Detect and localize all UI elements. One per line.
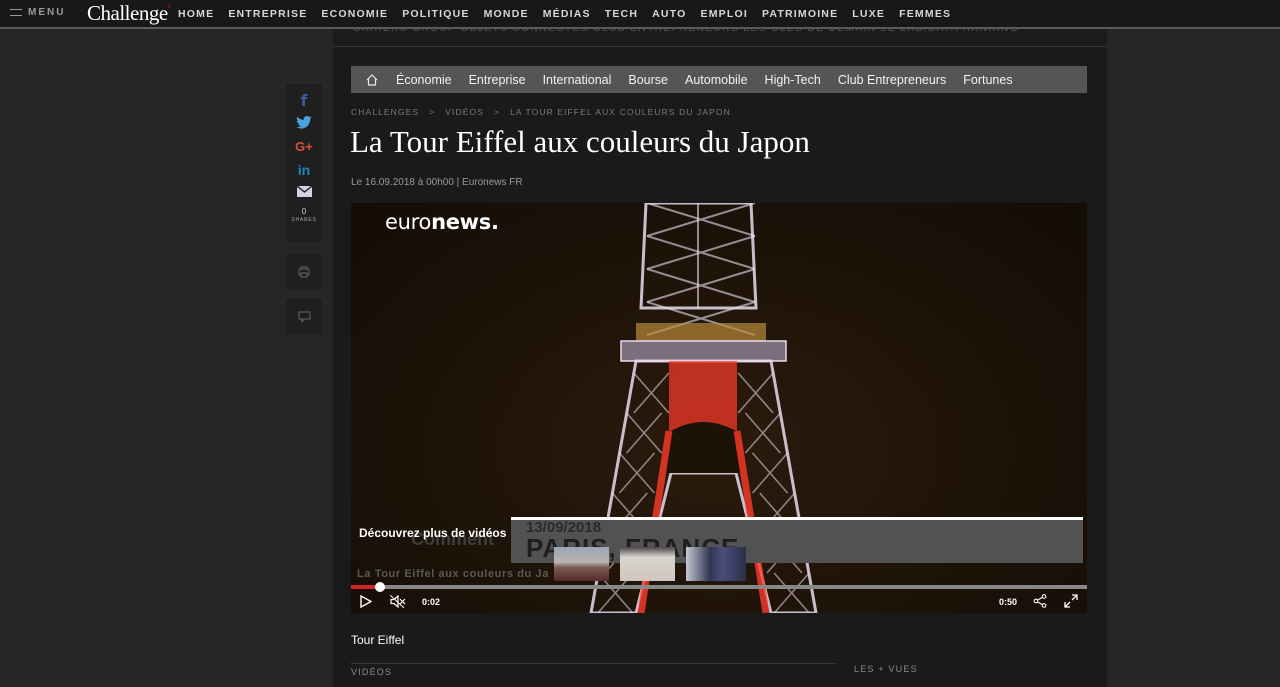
euronews-logo: euronews. — [385, 210, 499, 234]
discover-more-label[interactable]: Découvrez plus de vidéos — [359, 526, 506, 540]
video-player[interactable]: euronews. Comment 13/09/2018 PARIS, FRAN… — [351, 203, 1087, 613]
print-icon — [298, 266, 310, 277]
tower-upper-lattice — [646, 268, 756, 303]
logo-suffix: s — [167, 2, 171, 10]
tower-platform — [620, 340, 787, 362]
breadcrumb-current: LA TOUR EIFFEL AUX COULEURS DU JAPON — [510, 107, 731, 117]
share-count-label: SHARES — [291, 217, 317, 223]
tower-lattice-left — [633, 372, 670, 414]
main-column: Économie Entreprise International Bourse… — [333, 47, 1107, 687]
linkedin-icon[interactable]: in — [298, 161, 310, 179]
breadcrumb-separator: > — [493, 107, 501, 117]
comment-button[interactable] — [286, 299, 322, 334]
menu-label: MENU — [28, 7, 66, 18]
nav-patrimoine[interactable]: PATRIMOINE — [762, 8, 838, 20]
breadcrumb-videos[interactable]: VIDÉOS — [445, 107, 484, 117]
twitter-icon[interactable] — [296, 115, 312, 133]
site-logo[interactable]: Challenges — [87, 1, 170, 26]
nav-politique[interactable]: POLITIQUE — [402, 8, 469, 20]
mail-icon[interactable] — [296, 184, 312, 202]
tower-lattice-right — [744, 412, 781, 454]
section-divider — [351, 663, 835, 664]
discover-more-panel: Comment 13/09/2018 PARIS, FRANCE Découvr… — [351, 517, 1087, 581]
play-icon[interactable] — [360, 595, 372, 608]
breadcrumb-separator: > — [429, 107, 436, 117]
hidden-subnav-text: CAHIERS GROUP OBJETS CONNECTÉS CLUB ENTR… — [353, 29, 1019, 34]
related-video-thumbnail[interactable] — [686, 547, 746, 581]
share-icon[interactable] — [1033, 594, 1047, 608]
tower-upper-lattice — [646, 203, 756, 237]
secnav-international[interactable]: International — [543, 73, 612, 87]
nav-medias[interactable]: MÉDIAS — [543, 8, 591, 20]
videos-section-title: VIDÉOS — [351, 667, 393, 677]
nav-auto[interactable]: AUTO — [652, 8, 686, 20]
most-viewed-section-title: LES + VUES — [854, 664, 918, 674]
comment-icon — [298, 311, 310, 323]
nav-luxe[interactable]: LUXE — [852, 8, 885, 20]
nav-emploi[interactable]: EMPLOI — [700, 8, 747, 20]
main-nav: HOME ENTREPRISE ECONOMIE POLITIQUE MONDE… — [178, 8, 951, 20]
share-count-value: 0 — [301, 207, 307, 216]
share-bar: f G+ in 0 SHARES — [286, 84, 322, 242]
share-count: 0 SHARES — [291, 207, 316, 225]
secnav-economie[interactable]: Économie — [396, 73, 452, 87]
secnav-fortunes[interactable]: Fortunes — [963, 73, 1012, 87]
tower-lattice-left — [626, 412, 663, 454]
google-plus-icon[interactable]: G+ — [295, 138, 313, 156]
hidden-subnav: CAHIERS GROUP OBJETS CONNECTÉS CLUB ENTR… — [333, 29, 1107, 47]
page-title: La Tour Eiffel aux couleurs du Japon — [350, 124, 810, 159]
fullscreen-icon[interactable] — [1064, 594, 1078, 608]
tower-arch-opening — [666, 422, 741, 473]
facebook-icon[interactable]: f — [301, 92, 308, 110]
nav-economie[interactable]: ECONOMIE — [321, 8, 388, 20]
tower-lattice-right — [737, 372, 774, 414]
tag-link[interactable]: Tour Eiffel — [351, 633, 404, 647]
tower-lattice-left — [618, 452, 656, 494]
nav-entreprise[interactable]: ENTREPRISE — [228, 8, 307, 20]
secnav-high-tech[interactable]: High-Tech — [765, 73, 821, 87]
section-nav: Économie Entreprise International Bourse… — [351, 66, 1087, 93]
breadcrumb: CHALLENGES > VIDÉOS > LA TOUR EIFFEL AUX… — [351, 107, 731, 117]
overlay-caption: La Tour Eiffel aux couleurs du Ja — [357, 568, 549, 580]
tower-lattice-right — [751, 452, 789, 494]
breadcrumb-challenges[interactable]: CHALLENGES — [351, 107, 419, 117]
logo-text: Challenge — [87, 1, 168, 25]
nav-tech[interactable]: TECH — [605, 8, 638, 20]
secnav-bourse[interactable]: Bourse — [628, 73, 668, 87]
brand-bold: news. — [431, 210, 499, 234]
nav-home[interactable]: HOME — [178, 8, 214, 20]
current-time: 0:02 — [422, 597, 441, 607]
tower-red-arch — [669, 361, 737, 431]
menu-button[interactable]: MENU — [10, 7, 65, 18]
nav-femmes[interactable]: FEMMES — [899, 8, 951, 20]
related-video-thumbnail[interactable] — [554, 547, 609, 581]
related-video-thumbnail[interactable] — [620, 547, 675, 581]
secnav-club-entrepreneurs[interactable]: Club Entrepreneurs — [838, 73, 946, 87]
secnav-entreprise[interactable]: Entreprise — [469, 73, 526, 87]
article-meta: Le 16.09.2018 à 00h00 | Euronews FR — [351, 177, 523, 188]
brand-light: euro — [385, 210, 432, 234]
hamburger-icon — [10, 9, 22, 16]
home-icon[interactable] — [365, 73, 379, 87]
print-button[interactable] — [286, 254, 322, 289]
tower-upper-lattice — [646, 235, 756, 270]
nav-monde[interactable]: MONDE — [484, 8, 529, 20]
related-videos — [554, 547, 746, 581]
mute-icon[interactable] — [390, 595, 406, 608]
secnav-automobile[interactable]: Automobile — [685, 73, 748, 87]
player-controls: 0:02 0:50 — [351, 589, 1087, 613]
top-navigation-bar: MENU Challenges HOME ENTREPRISE ECONOMIE… — [0, 0, 1280, 29]
duration: 0:50 — [999, 597, 1018, 607]
tower-lights — [636, 323, 766, 341]
